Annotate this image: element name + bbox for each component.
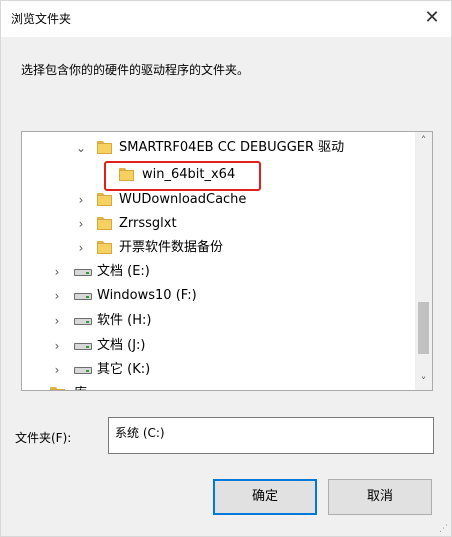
folder-icon — [97, 141, 112, 154]
tree-item[interactable]: › 库 — [22, 382, 417, 390]
folder-icon — [97, 241, 112, 254]
dialog-title: 浏览文件夹 — [11, 12, 72, 26]
tree-item-label: Zrrssglxt — [119, 216, 177, 231]
tree-item-label: 库 — [74, 382, 87, 390]
chevron-right-icon[interactable]: › — [50, 284, 64, 308]
tree-item-label: Windows10 (F:) — [97, 288, 197, 303]
tree-item[interactable]: ⌄ SMARTRF04EB CC DEBUGGER 驱动 — [22, 136, 417, 160]
chevron-right-icon[interactable]: › — [50, 260, 64, 284]
chevron-right-icon[interactable]: › — [50, 309, 64, 333]
chevron-right-icon[interactable]: › — [74, 212, 88, 236]
instruction-text: 选择包含你的的硬件的驱动程序的文件夹。 — [21, 63, 250, 77]
folder-tree[interactable]: ⌄ SMARTRF04EB CC DEBUGGER 驱动 win_64bit_x… — [21, 131, 433, 391]
tree-item-label: 软件 (H:) — [97, 313, 152, 328]
tree-item[interactable]: › WUDownloadCache — [22, 188, 417, 212]
tree-item[interactable]: › 文档 (J:) — [22, 334, 417, 358]
chevron-right-icon[interactable]: › — [74, 188, 88, 212]
chevron-down-icon[interactable]: ⌄ — [74, 136, 88, 160]
drive-icon — [74, 343, 92, 350]
drive-icon — [74, 367, 92, 374]
chevron-right-icon[interactable]: › — [74, 236, 88, 260]
folder-icon — [97, 193, 112, 206]
tree-item-label: WUDownloadCache — [119, 192, 247, 207]
title-bar: 浏览文件夹 ✕ — [1, 1, 451, 37]
tree-item-label: SMARTRF04EB CC DEBUGGER 驱动 — [119, 140, 345, 155]
scroll-down-icon[interactable]: ˅ — [415, 373, 432, 390]
drive-icon — [74, 269, 92, 276]
chevron-right-icon[interactable]: › — [50, 358, 64, 382]
folder-field-label: 文件夹(F): — [15, 431, 72, 445]
tree-item-label: 开票软件数据备份 — [119, 240, 224, 255]
chevron-right-icon[interactable]: › — [50, 334, 64, 358]
tree-item[interactable]: › 文档 (E:) — [22, 260, 417, 284]
vertical-scrollbar[interactable]: ˄ ˅ — [415, 132, 432, 390]
tree-item-label: 文档 (J:) — [97, 338, 146, 353]
scroll-up-icon[interactable]: ˄ — [415, 132, 432, 149]
red-highlight-box — [104, 161, 261, 191]
browse-folder-dialog: 浏览文件夹 ✕ 选择包含你的的硬件的驱动程序的文件夹。 ⌄ SMARTRF04E… — [0, 0, 452, 537]
close-icon[interactable]: ✕ — [417, 3, 447, 33]
library-icon — [50, 387, 65, 390]
chevron-right-icon[interactable]: › — [26, 382, 40, 390]
tree-item[interactable]: › Windows10 (F:) — [22, 284, 417, 308]
drive-icon — [74, 318, 92, 325]
tree-item[interactable]: › Zrrssglxt — [22, 212, 417, 236]
tree-item[interactable]: › 软件 (H:) — [22, 309, 417, 333]
cancel-button[interactable]: 取消 — [328, 479, 432, 515]
tree-item-label: 文档 (E:) — [97, 264, 150, 279]
ok-button[interactable]: 确定 — [213, 479, 317, 515]
tree-item[interactable]: › 开票软件数据备份 — [22, 236, 417, 260]
folder-icon — [97, 217, 112, 230]
drive-icon — [74, 293, 92, 300]
resize-grip-icon[interactable]: ⋰ — [439, 524, 448, 534]
tree-item-label: 其它 (K:) — [97, 362, 151, 377]
tree-item[interactable]: › 其它 (K:) — [22, 358, 417, 382]
folder-field[interactable]: 系统 (C:) — [108, 417, 434, 454]
scrollbar-thumb[interactable] — [418, 302, 429, 354]
